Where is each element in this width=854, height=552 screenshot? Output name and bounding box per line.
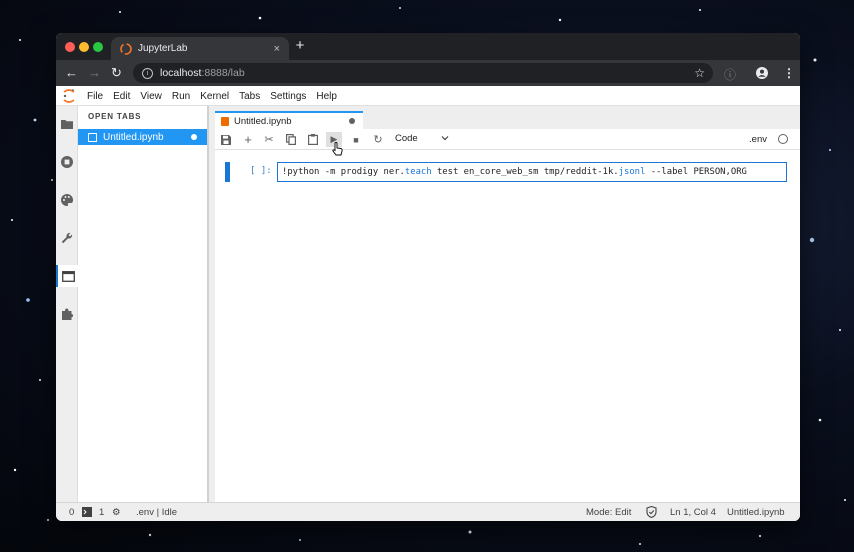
jupyter-favicon-icon — [120, 42, 132, 55]
cell-input-prompt: [ ]: — [250, 166, 272, 176]
main-menu: File Edit View Run Kernel Tabs Settings … — [87, 86, 347, 106]
kernel-count[interactable]: 0 — [69, 507, 74, 518]
cursor-position[interactable]: Ln 1, Col 4 — [670, 507, 716, 518]
address-path: :8888/lab — [201, 67, 245, 79]
notebook-tab-label: Untitled.ipynb — [234, 115, 292, 127]
copy-icon[interactable] — [283, 132, 299, 147]
cell-type-select[interactable]: Code — [395, 133, 418, 144]
browser-tabstrip: JupyterLab × + — [56, 33, 800, 60]
status-bar: 0 1 ⚙ .env | Idle Mode: Edit Ln 1, Col 4… — [56, 502, 800, 521]
forward-arrow-icon[interactable]: → — [88, 66, 101, 80]
jupyterlab-menubar: File Edit View Run Kernel Tabs Settings … — [56, 86, 800, 106]
address-host: localhost — [160, 67, 202, 79]
browser-menu-icon[interactable]: ⋮ — [783, 66, 795, 80]
menu-run[interactable]: Run — [172, 91, 190, 102]
kernel-idle-status-icon — [778, 134, 788, 144]
left-sidebar-iconbar — [56, 106, 78, 502]
terminal-count[interactable]: 1 — [99, 507, 104, 518]
code-segment-attr: teach — [404, 167, 432, 177]
browser-tab-title: JupyterLab — [138, 43, 188, 54]
code-segment: !python -m prodigy ner. — [282, 167, 405, 177]
site-info-icon[interactable]: i — [142, 67, 153, 79]
running-icon[interactable] — [56, 151, 78, 173]
notebook-tab[interactable]: Untitled.ipynb — [215, 111, 363, 129]
palette-icon[interactable] — [56, 189, 78, 211]
notebook-icon — [221, 116, 229, 126]
unsaved-dot-icon[interactable] — [349, 118, 355, 124]
minimize-window-button[interactable] — [79, 42, 89, 52]
restart-icon[interactable]: ↻ — [370, 132, 386, 147]
jupyterlab-logo-icon — [63, 89, 75, 103]
menu-kernel[interactable]: Kernel — [200, 91, 229, 102]
zoom-window-button[interactable] — [93, 42, 103, 52]
paste-icon[interactable] — [305, 132, 321, 147]
current-file-name: Untitled.ipynb — [727, 507, 785, 518]
wrench-icon[interactable] — [56, 227, 78, 249]
tabs-icon[interactable] — [56, 265, 78, 287]
close-window-button[interactable] — [65, 42, 75, 52]
add-cell-icon[interactable]: + — [240, 132, 256, 147]
unsaved-dot-icon — [191, 134, 197, 140]
active-cell-indicator — [225, 162, 230, 182]
menu-help[interactable]: Help — [316, 91, 337, 102]
notebook-panel: + ✂ ▶ ■ ↻ Code .env [ ]: !python -m prod… — [215, 129, 800, 502]
browser-window: JupyterLab × + ← → ↻ i localhost:8888/la… — [56, 33, 800, 521]
cut-icon[interactable]: ✂ — [261, 132, 277, 147]
stop-icon[interactable]: ■ — [348, 132, 364, 147]
menu-edit[interactable]: Edit — [113, 91, 130, 102]
notebook-icon — [88, 132, 97, 142]
browser-toolbar: ← → ↻ i localhost:8888/lab ☆ ⓘ ⋮ — [56, 60, 800, 86]
profile-avatar-icon[interactable] — [756, 67, 768, 79]
chevron-down-icon[interactable] — [441, 134, 449, 142]
bookmark-star-icon[interactable]: ☆ — [694, 66, 705, 80]
back-arrow-icon[interactable]: ← — [65, 66, 78, 80]
code-segment: --label PERSON,ORG — [645, 167, 747, 177]
hand-cursor-icon — [332, 142, 343, 156]
save-icon[interactable] — [218, 132, 234, 147]
open-tabs-heading: OPEN TABS — [88, 112, 142, 121]
extension-icon[interactable] — [56, 303, 78, 325]
new-tab-button[interactable]: + — [292, 37, 308, 54]
reload-icon[interactable]: ↻ — [111, 66, 122, 80]
extension-info-icon[interactable]: ⓘ — [724, 66, 736, 83]
main-area: Untitled.ipynb + ✂ ▶ ■ ↻ Code .env []: … — [209, 106, 800, 502]
open-tabs-panel: OPEN TABS Untitled.ipynb — [78, 106, 209, 502]
kernel-name[interactable]: .env — [749, 134, 767, 145]
shield-check-icon[interactable] — [646, 506, 657, 518]
code-segment: test en_core_web_sm tmp/reddit-1k. — [431, 167, 619, 177]
open-tab-item-label: Untitled.ipynb — [103, 131, 164, 143]
code-cell-editor[interactable]: !python -m prodigy ner.teach test en_cor… — [277, 162, 787, 182]
browser-tab-close-button[interactable]: × — [274, 43, 280, 55]
kernel-status-text[interactable]: .env | Idle — [136, 507, 177, 518]
code-segment-attr: jsonl — [618, 167, 646, 177]
menu-file[interactable]: File — [87, 91, 103, 102]
menu-tabs[interactable]: Tabs — [239, 91, 260, 102]
terminal-icon[interactable] — [82, 507, 92, 517]
menu-view[interactable]: View — [140, 91, 162, 102]
browser-tab[interactable]: JupyterLab × — [111, 37, 289, 60]
menu-settings[interactable]: Settings — [270, 91, 306, 102]
open-tab-item[interactable]: Untitled.ipynb — [78, 129, 207, 145]
mode-indicator[interactable]: Mode: Edit — [586, 507, 631, 518]
address-bar[interactable]: i localhost:8888/lab ☆ — [133, 63, 713, 83]
gear-icon[interactable]: ⚙ — [112, 507, 121, 518]
notebook-toolbar: + ✂ ▶ ■ ↻ Code .env — [215, 129, 800, 156]
folder-icon[interactable] — [56, 113, 78, 135]
